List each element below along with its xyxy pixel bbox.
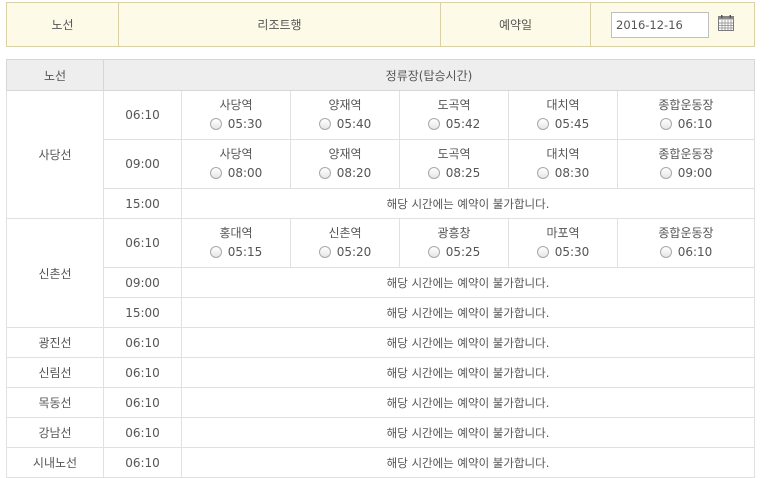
unavailable-message: 해당 시간에는 예약이 불가합니다.	[181, 297, 755, 328]
boarding-time: 06:10	[677, 245, 713, 259]
unavailable-message: 해당 시간에는 예약이 불가합니다.	[181, 188, 755, 219]
stop-name: 신촌역	[328, 226, 362, 240]
stop-option[interactable]: 대치역 05:45	[508, 90, 618, 140]
departure-time: 15:00	[103, 188, 182, 219]
departure-time: 06:10	[103, 447, 182, 478]
route-name-sillim: 신림선	[6, 357, 104, 388]
stop-option[interactable]: 대치역 08:30	[508, 139, 618, 189]
departure-time: 06:10	[103, 90, 182, 140]
boarding-time: 05:42	[445, 117, 481, 131]
schedule-table: 노선 정류장(탑승시간) 사당선 06:10 사당역 05:30 양재역 05:40…	[6, 59, 755, 478]
radio-button[interactable]	[427, 167, 440, 179]
stop-option[interactable]: 종합운동장 06:10	[617, 218, 755, 268]
stop-name: 대치역	[546, 147, 580, 161]
date-input[interactable]: 2016-12-16	[611, 11, 709, 38]
boarding-time: 05:30	[227, 117, 263, 131]
departure-time: 06:10	[103, 417, 182, 448]
departure-time: 09:00	[103, 267, 182, 298]
radio-button[interactable]	[536, 167, 549, 179]
route-label: 노선	[6, 2, 119, 47]
radio-button[interactable]	[209, 246, 222, 258]
reservation-header-table: 노선 리조트행 예약일 2016-12-16	[6, 2, 755, 47]
route-name-sadang: 사당선	[6, 90, 104, 219]
boarding-time: 08:20	[336, 166, 372, 180]
departure-time: 09:00	[103, 139, 182, 189]
unavailable-message: 해당 시간에는 예약이 불가합니다.	[181, 327, 755, 358]
radio-button[interactable]	[659, 246, 672, 258]
stop-name: 광흥창	[437, 226, 471, 240]
boarding-time: 09:00	[677, 166, 713, 180]
boarding-time: 05:30	[554, 245, 590, 259]
stop-name: 도곡역	[437, 147, 471, 161]
departure-time: 06:10	[103, 327, 182, 358]
stop-name: 홍대역	[219, 226, 253, 240]
radio-button[interactable]	[659, 167, 672, 179]
stop-name: 사당역	[219, 98, 253, 112]
unavailable-message: 해당 시간에는 예약이 불가합니다.	[181, 447, 755, 478]
col-stops-header: 정류장(탑승시간)	[103, 59, 755, 91]
stop-name: 도곡역	[437, 98, 471, 112]
boarding-time: 05:25	[445, 245, 481, 259]
boarding-time: 08:30	[554, 166, 590, 180]
boarding-time: 06:10	[677, 117, 713, 131]
boarding-time: 05:15	[227, 245, 263, 259]
col-route-header: 노선	[6, 59, 104, 91]
stop-option[interactable]: 광흥창 05:25	[399, 218, 509, 268]
calendar-icon[interactable]	[718, 15, 734, 34]
radio-button[interactable]	[209, 118, 222, 130]
stop-option[interactable]: 마포역 05:30	[508, 218, 618, 268]
stop-option[interactable]: 신촌역 05:20	[290, 218, 400, 268]
departure-time: 06:10	[103, 387, 182, 418]
radio-button[interactable]	[659, 118, 672, 130]
stop-option[interactable]: 도곡역 08:25	[399, 139, 509, 189]
radio-button[interactable]	[427, 118, 440, 130]
stop-option[interactable]: 양재역 08:20	[290, 139, 400, 189]
date-cell: 2016-12-16	[590, 2, 755, 47]
boarding-time: 08:00	[227, 166, 263, 180]
radio-button[interactable]	[536, 118, 549, 130]
boarding-time: 08:25	[445, 166, 481, 180]
date-label: 예약일	[440, 2, 591, 47]
stop-option[interactable]: 종합운동장 06:10	[617, 90, 755, 140]
unavailable-message: 해당 시간에는 예약이 불가합니다.	[181, 267, 755, 298]
departure-time: 06:10	[103, 218, 182, 268]
radio-button[interactable]	[318, 167, 331, 179]
route-name-downtown: 시내노선	[6, 447, 104, 478]
route-name-gangnam: 강남선	[6, 417, 104, 448]
boarding-time: 05:20	[336, 245, 372, 259]
radio-button[interactable]	[536, 246, 549, 258]
stop-option[interactable]: 종합운동장 09:00	[617, 139, 755, 189]
unavailable-message: 해당 시간에는 예약이 불가합니다.	[181, 417, 755, 448]
departure-time: 15:00	[103, 297, 182, 328]
route-name-mokdong: 목동선	[6, 387, 104, 418]
route-name-gwangjin: 광진선	[6, 327, 104, 358]
stop-option[interactable]: 사당역 05:30	[181, 90, 291, 140]
stop-name: 양재역	[328, 147, 362, 161]
unavailable-message: 해당 시간에는 예약이 불가합니다.	[181, 357, 755, 388]
route-name-sinchon: 신촌선	[6, 218, 104, 328]
stop-name: 종합운동장	[658, 226, 714, 240]
radio-button[interactable]	[427, 246, 440, 258]
unavailable-message: 해당 시간에는 예약이 불가합니다.	[181, 387, 755, 418]
stop-name: 사당역	[219, 147, 253, 161]
stop-name: 마포역	[546, 226, 580, 240]
stop-name: 종합운동장	[658, 98, 714, 112]
stop-name: 대치역	[546, 98, 580, 112]
stop-option[interactable]: 양재역 05:40	[290, 90, 400, 140]
boarding-time: 05:45	[554, 117, 590, 131]
departure-time: 06:10	[103, 357, 182, 388]
radio-button[interactable]	[318, 246, 331, 258]
stop-name: 종합운동장	[658, 147, 714, 161]
stop-option[interactable]: 홍대역 05:15	[181, 218, 291, 268]
stop-option[interactable]: 사당역 08:00	[181, 139, 291, 189]
stop-name: 양재역	[328, 98, 362, 112]
radio-button[interactable]	[209, 167, 222, 179]
stop-option[interactable]: 도곡역 05:42	[399, 90, 509, 140]
boarding-time: 05:40	[336, 117, 372, 131]
route-value: 리조트행	[118, 2, 441, 47]
radio-button[interactable]	[318, 118, 331, 130]
